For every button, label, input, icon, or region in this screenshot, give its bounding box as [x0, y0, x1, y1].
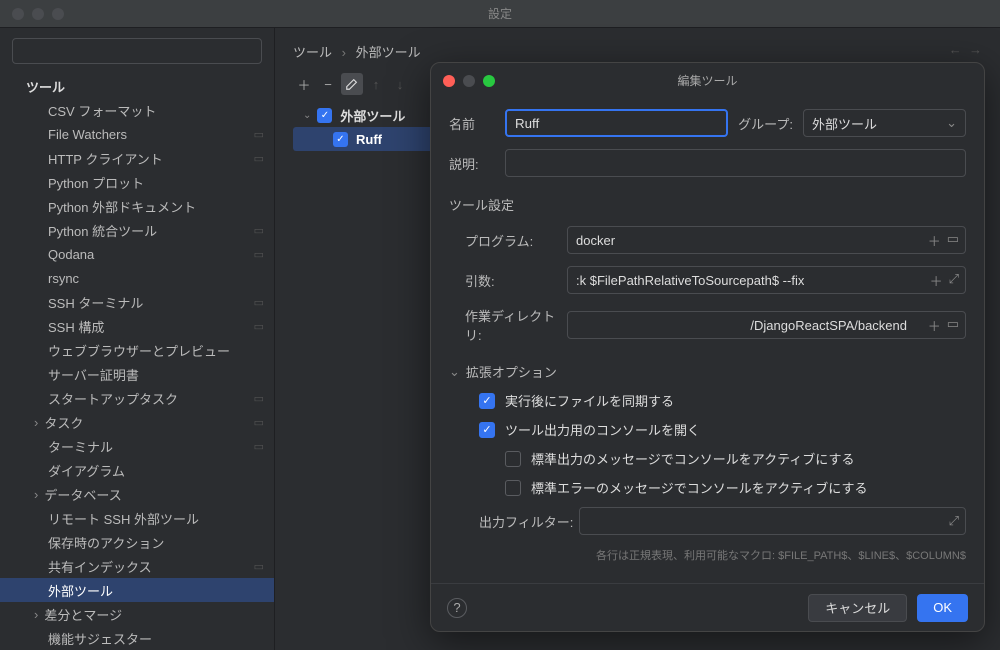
browse-icon[interactable]: ▭ [947, 316, 959, 335]
tree-item[interactable]: Python 外部ドキュメント [0, 194, 274, 218]
tree-item[interactable]: rsync [0, 266, 274, 290]
tree-item[interactable]: 保存時のアクション [0, 530, 274, 554]
output-filter-label: 出力フィルター: [449, 512, 579, 531]
expand-icon[interactable]: ⤢ [949, 513, 959, 529]
option-stderr-activate[interactable]: 標準エラーのメッセージでコンソールをアクティブにする [449, 478, 966, 497]
window-traffic-lights [0, 0, 76, 28]
close-window-icon[interactable] [12, 8, 24, 20]
scope-icon: ▭ [254, 224, 264, 237]
remove-button[interactable]: − [317, 73, 339, 95]
program-label: プログラム: [449, 231, 567, 250]
minimize-window-icon[interactable] [32, 8, 44, 20]
move-up-button[interactable]: ↑ [365, 73, 387, 95]
tree-item[interactable]: ウェブブラウザーとプレビュー [0, 338, 274, 362]
arguments-input[interactable]: :k $FilePathRelativeToSourcepath$ --fix … [567, 266, 966, 294]
window-title: 設定 [488, 5, 512, 22]
scope-icon: ▭ [254, 440, 264, 453]
tree-item[interactable]: 共有インデックス▭ [0, 554, 274, 578]
checkbox-unchecked-icon[interactable] [505, 451, 521, 467]
dialog-titlebar: 編集ツール [431, 63, 984, 97]
settings-sidebar: ツール CSV フォーマット File Watchers▭ HTTP クライアン… [0, 28, 275, 650]
option-open-console[interactable]: ✓ ツール出力用のコンソールを開く [449, 420, 966, 439]
description-label: 説明: [449, 154, 495, 173]
program-input[interactable]: docker ＋ ▭ [567, 226, 966, 254]
tree-group-tools[interactable]: ツール [0, 74, 274, 98]
checkbox-checked-icon[interactable]: ✓ [317, 108, 332, 123]
scope-icon: ▭ [254, 416, 264, 429]
scope-icon: ▭ [254, 248, 264, 261]
workdir-label: 作業ディレクトリ: [449, 306, 567, 344]
tree-item[interactable]: SSH 構成▭ [0, 314, 274, 338]
nav-arrows: ← → [949, 42, 982, 57]
name-label: 名前 [449, 114, 495, 133]
chevron-down-icon: ⌄ [303, 110, 311, 121]
move-down-button[interactable]: ↓ [389, 73, 411, 95]
option-sync[interactable]: ✓ 実行後にファイルを同期する [449, 391, 966, 410]
tree-item[interactable]: SSH ターミナル▭ [0, 290, 274, 314]
zoom-window-icon[interactable] [52, 8, 64, 20]
scope-icon: ▭ [254, 320, 264, 333]
search-input[interactable] [12, 38, 262, 64]
tree-item[interactable]: File Watchers▭ [0, 122, 274, 146]
tree-item[interactable]: スタートアップタスク▭ [0, 386, 274, 410]
checkbox-checked-icon[interactable]: ✓ [479, 422, 495, 438]
edit-tool-dialog: 編集ツール 名前 グループ: 外部ツール ⌄ 説明: ツール設定 プログラム: … [430, 62, 985, 632]
output-filter-hint: 各行は正規表現、利用可能なマクロ: $FILE_PATH$、$LINE$、$CO… [449, 547, 966, 563]
chevron-right-icon: › [342, 45, 346, 60]
insert-macro-icon[interactable]: ＋ [930, 271, 943, 290]
dialog-footer: ? キャンセル OK [431, 583, 984, 631]
tree-item-external-tools[interactable]: 外部ツール [0, 578, 274, 602]
tree-item[interactable]: ›データベース [0, 482, 274, 506]
scope-icon: ▭ [254, 152, 264, 165]
arguments-label: 引数: [449, 271, 567, 290]
insert-macro-icon[interactable]: ＋ [928, 231, 941, 250]
dialog-title: 編集ツール [677, 72, 737, 89]
scope-icon: ▭ [254, 392, 264, 405]
tree-item[interactable]: リモート SSH 外部ツール [0, 506, 274, 530]
edit-button[interactable] [341, 73, 363, 95]
browse-icon[interactable]: ▭ [947, 231, 959, 250]
tree-item[interactable]: ›タスク▭ [0, 410, 274, 434]
tree-item[interactable]: CSV フォーマット [0, 98, 274, 122]
tree-item[interactable]: サーバー証明書 [0, 362, 274, 386]
tree-item[interactable]: Python 統合ツール▭ [0, 218, 274, 242]
scope-icon: ▭ [254, 560, 264, 573]
insert-macro-icon[interactable]: ＋ [928, 316, 941, 335]
scope-icon: ▭ [254, 296, 264, 309]
chevron-down-icon: ⌄ [946, 115, 957, 131]
chevron-down-icon: ⌄ [449, 364, 460, 380]
tool-settings-section: ツール設定 [449, 195, 966, 214]
ok-button[interactable]: OK [917, 594, 968, 622]
tree-item[interactable]: HTTP クライアント▭ [0, 146, 274, 170]
zoom-dialog-icon[interactable] [483, 75, 495, 87]
name-input[interactable] [505, 109, 728, 137]
tree-item[interactable]: 機能サジェスター [0, 626, 274, 650]
window-titlebar: 設定 [0, 0, 1000, 28]
advanced-options-section[interactable]: ⌄ 拡張オプション [449, 362, 966, 381]
output-filter-input[interactable]: ⤢ [579, 507, 966, 535]
tree-item[interactable]: ›差分とマージ [0, 602, 274, 626]
breadcrumb: ツール › 外部ツール [293, 42, 982, 61]
checkbox-unchecked-icon[interactable] [505, 480, 521, 496]
close-dialog-icon[interactable] [443, 75, 455, 87]
checkbox-checked-icon[interactable]: ✓ [479, 393, 495, 409]
add-button[interactable]: ＋ [293, 73, 315, 95]
option-stdout-activate[interactable]: 標準出力のメッセージでコンソールをアクティブにする [449, 449, 966, 468]
group-label: グループ: [738, 114, 793, 133]
settings-tree[interactable]: ツール CSV フォーマット File Watchers▭ HTTP クライアン… [0, 74, 274, 650]
workdir-input[interactable]: /DjangoReactSPA/backend ＋ ▭ [567, 311, 966, 339]
tree-item[interactable]: Python プロット [0, 170, 274, 194]
tree-item[interactable]: Qodana▭ [0, 242, 274, 266]
help-button[interactable]: ? [447, 598, 467, 618]
cancel-button[interactable]: キャンセル [808, 594, 907, 622]
tree-item[interactable]: ダイアグラム [0, 458, 274, 482]
description-input[interactable] [505, 149, 966, 177]
checkbox-checked-icon[interactable]: ✓ [333, 132, 348, 147]
group-select[interactable]: 外部ツール ⌄ [803, 109, 966, 137]
minimize-dialog-icon[interactable] [463, 75, 475, 87]
expand-icon[interactable]: ⤢ [949, 271, 959, 290]
scope-icon: ▭ [254, 128, 264, 141]
tree-item[interactable]: ターミナル▭ [0, 434, 274, 458]
